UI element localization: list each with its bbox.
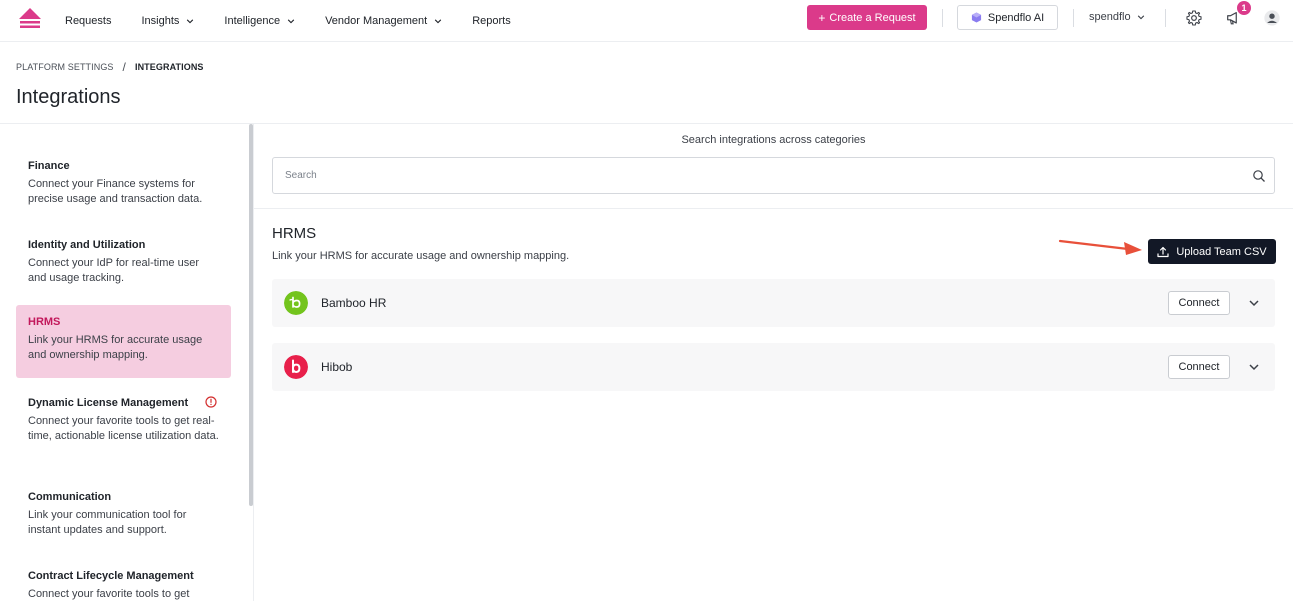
search-input[interactable] bbox=[285, 170, 1185, 181]
category-name: Finance bbox=[28, 160, 70, 172]
account-switcher[interactable]: spendflo bbox=[1089, 11, 1145, 23]
chevron-down-icon bbox=[187, 19, 194, 24]
category-desc: Connect your IdP for real-time user and … bbox=[28, 257, 199, 284]
gear-icon[interactable] bbox=[1185, 9, 1203, 27]
bamboo-hr-logo-icon bbox=[284, 291, 308, 315]
sidebar-item-identity[interactable]: Identity and Utilization Connect your Id… bbox=[16, 228, 231, 297]
cube-icon bbox=[971, 12, 981, 23]
category-desc: Connect your Finance systems for precise… bbox=[28, 178, 203, 205]
integration-row-bamboohr: Bamboo HR Connect bbox=[272, 279, 1275, 327]
nav-requests[interactable]: Requests bbox=[65, 15, 111, 27]
nav-insights[interactable]: Insights bbox=[141, 15, 194, 27]
nav-intelligence[interactable]: Intelligence bbox=[224, 15, 295, 27]
breadcrumb-integrations: INTEGRATIONS bbox=[134, 62, 204, 72]
chevron-down-icon bbox=[287, 19, 295, 24]
chevron-down-icon bbox=[435, 19, 442, 24]
integration-name: Bamboo HR bbox=[321, 296, 387, 310]
category-desc: Connect your favorite tools to get bbox=[28, 588, 190, 600]
sidebar-item-hrms[interactable]: HRMS Link your HRMS for accurate usage a… bbox=[16, 305, 231, 378]
breadcrumb-separator: / bbox=[122, 60, 126, 74]
section-description: Link your HRMS for accurate usage and ow… bbox=[272, 250, 570, 262]
divider bbox=[1073, 9, 1074, 27]
warning-icon bbox=[205, 396, 217, 408]
spendflo-ai-button[interactable]: Spendflo AI bbox=[957, 5, 1058, 30]
divider bbox=[942, 9, 943, 27]
sidebar-item-dynamic-license[interactable]: Dynamic License Management Connect your … bbox=[16, 386, 231, 455]
search-box bbox=[272, 157, 1275, 194]
upload-team-csv-button[interactable]: Upload Team CSV bbox=[1148, 239, 1276, 264]
plus-icon: + bbox=[818, 10, 826, 25]
category-name: HRMS bbox=[28, 316, 61, 328]
chevron-down-icon bbox=[1137, 15, 1144, 20]
search-label: Search integrations across categories bbox=[681, 134, 866, 146]
breadcrumb: PLATFORM SETTINGS / INTEGRATIONS bbox=[16, 60, 204, 74]
nav-vendor-management[interactable]: Vendor Management bbox=[325, 15, 442, 27]
create-request-button[interactable]: + Create a Request bbox=[807, 5, 927, 30]
category-desc: Connect your favorite tools to get real-… bbox=[28, 415, 219, 442]
notification-badge: 1 bbox=[1237, 1, 1251, 15]
category-name: Contract Lifecycle Management bbox=[28, 570, 194, 582]
annotation-arrow-icon bbox=[1058, 239, 1142, 255]
connect-button[interactable]: Connect bbox=[1168, 355, 1230, 379]
integration-name: Hibob bbox=[321, 360, 353, 374]
sidebar-scrollbar[interactable] bbox=[249, 124, 253, 506]
breadcrumb-platform-settings[interactable]: PLATFORM SETTINGS bbox=[16, 62, 114, 72]
chevron-down-icon[interactable] bbox=[1248, 297, 1260, 309]
sidebar-item-finance[interactable]: Finance Connect your Finance systems for… bbox=[16, 149, 231, 218]
category-name: Dynamic License Management bbox=[28, 397, 189, 409]
nav-reports[interactable]: Reports bbox=[472, 15, 511, 27]
section-title: HRMS bbox=[272, 225, 317, 242]
divider bbox=[1165, 9, 1166, 27]
category-desc: Link your communication tool for instant… bbox=[28, 509, 187, 536]
search-icon[interactable] bbox=[1252, 169, 1266, 183]
category-desc: Link your HRMS for accurate usage and ow… bbox=[28, 334, 203, 361]
connect-button[interactable]: Connect bbox=[1168, 291, 1230, 315]
category-name: Communication bbox=[28, 491, 112, 503]
top-navbar: Requests Insights Intelligence Vendor Ma… bbox=[0, 0, 1293, 42]
user-icon[interactable] bbox=[1263, 9, 1281, 27]
logo-icon[interactable] bbox=[18, 7, 42, 31]
upload-icon bbox=[1157, 246, 1169, 257]
hibob-logo-icon bbox=[284, 355, 308, 379]
sidebar-item-communication[interactable]: Communication Link your communication to… bbox=[16, 480, 231, 549]
divider bbox=[254, 208, 1293, 209]
main-nav: Requests Insights Intelligence Vendor Ma… bbox=[65, 0, 541, 42]
category-name: Identity and Utilization bbox=[28, 239, 146, 251]
category-sidebar: Finance Connect your Finance systems for… bbox=[0, 124, 254, 601]
page-title: Integrations bbox=[16, 86, 121, 108]
sidebar-item-contract-lifecycle[interactable]: Contract Lifecycle Management Connect yo… bbox=[16, 559, 231, 601]
integration-row-hibob: Hibob Connect bbox=[272, 343, 1275, 391]
chevron-down-icon[interactable] bbox=[1248, 361, 1260, 373]
